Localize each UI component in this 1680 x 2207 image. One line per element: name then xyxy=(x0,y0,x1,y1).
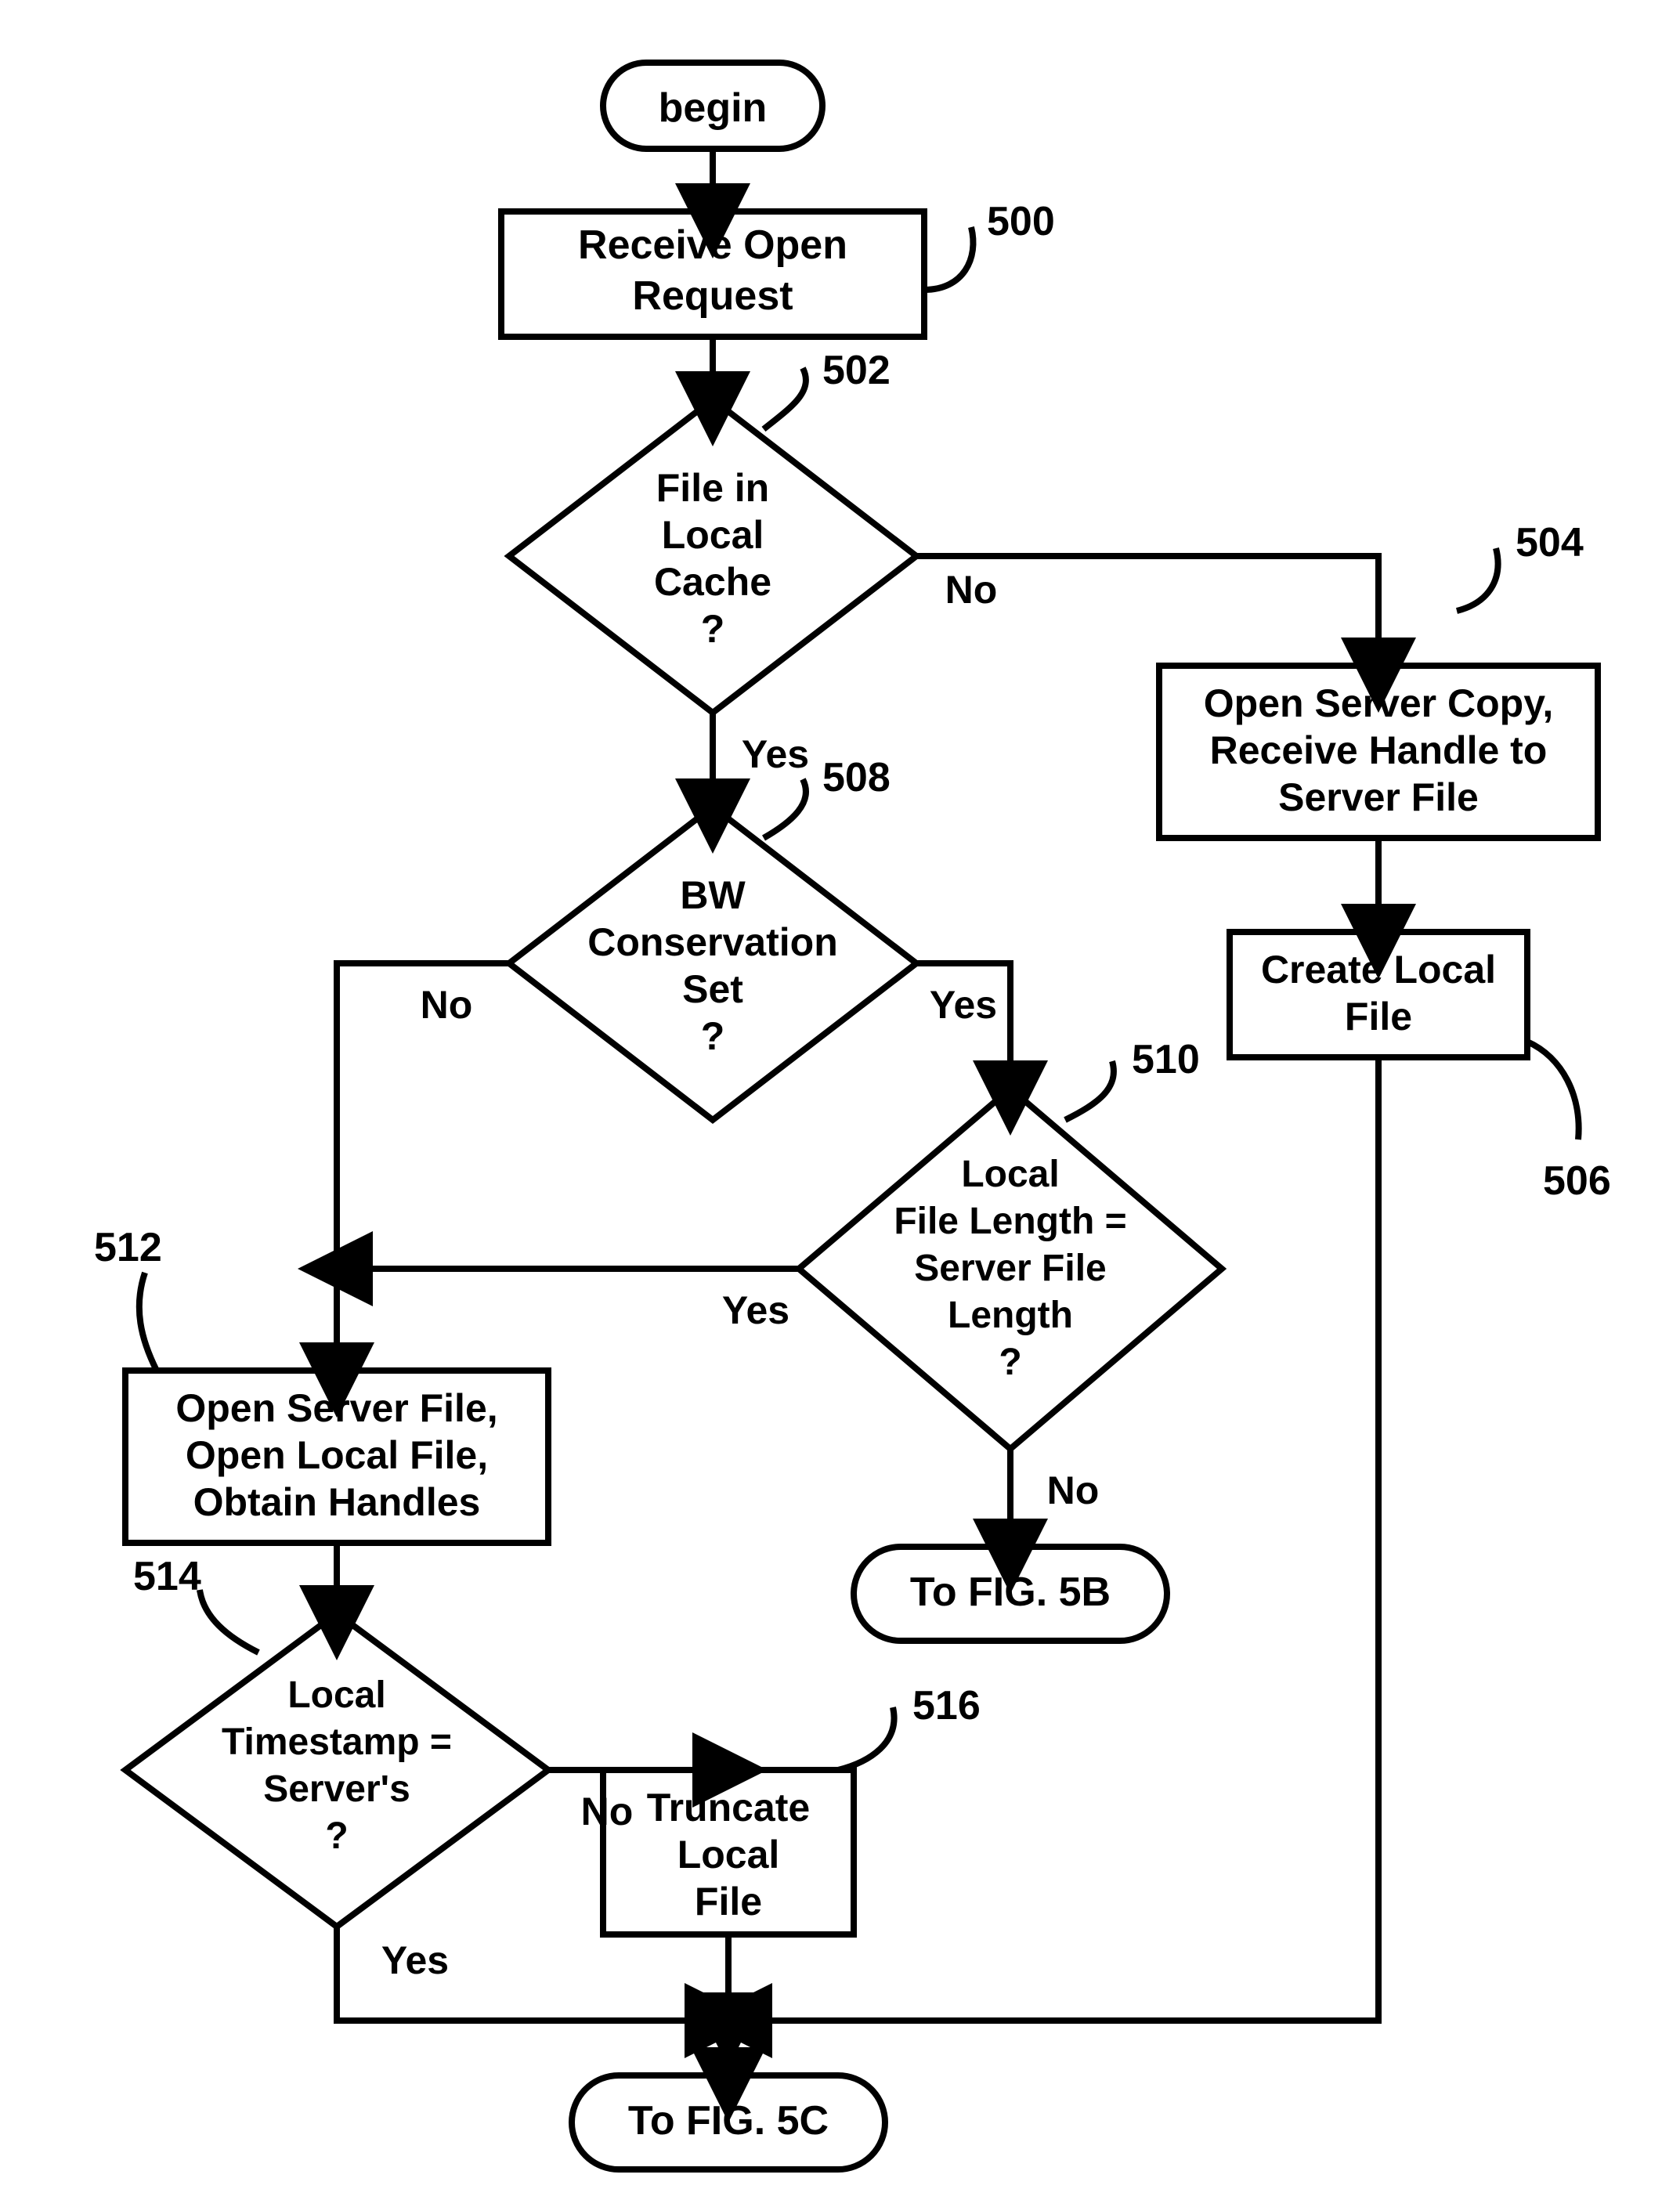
decision-514-l3: Server's xyxy=(263,1768,410,1810)
label-514-no: No xyxy=(581,1790,634,1833)
decision-508-l4: ? xyxy=(701,1014,725,1058)
process-512-l2: Open Local File, xyxy=(186,1433,488,1477)
decision-510-l1: Local xyxy=(961,1154,1059,1195)
decision-508-l1: BW xyxy=(680,873,746,917)
process-516-l3: File xyxy=(695,1880,762,1923)
decision-510-l4: Length xyxy=(948,1295,1073,1336)
terminator-begin-label: begin xyxy=(659,85,768,131)
ref-514: 514 xyxy=(133,1554,201,1599)
process-504-l1: Open Server Copy, xyxy=(1204,681,1553,725)
label-502-yes: Yes xyxy=(742,732,809,776)
process-506-l2: File xyxy=(1345,995,1412,1038)
process-504-l2: Receive Handle to xyxy=(1210,728,1548,772)
ref-506: 506 xyxy=(1543,1158,1611,1204)
decision-502-l1: File in xyxy=(656,466,769,510)
process-504-l3: Server File xyxy=(1278,775,1479,819)
label-508-no: No xyxy=(421,983,473,1027)
ref-512: 512 xyxy=(94,1225,162,1270)
process-516-l2: Local xyxy=(677,1833,780,1876)
ref-500: 500 xyxy=(987,199,1055,244)
process-512-l1: Open Server File, xyxy=(175,1386,497,1430)
decision-510-l3: Server File xyxy=(914,1248,1106,1289)
terminator-to-fig-5c-label: To FIG. 5C xyxy=(628,2098,829,2144)
decision-508-l2: Conservation xyxy=(587,920,838,964)
decision-502-l3: Cache xyxy=(654,560,771,604)
decision-502-l2: Local xyxy=(662,513,764,557)
ref-516: 516 xyxy=(912,1683,981,1728)
decision-510-l2: File Length = xyxy=(894,1201,1126,1242)
process-500-line2: Request xyxy=(632,273,793,319)
process-516-l1: Truncate xyxy=(647,1786,810,1830)
process-512-l3: Obtain Handles xyxy=(193,1480,481,1524)
process-506-l1: Create Local xyxy=(1261,948,1496,992)
ref-510: 510 xyxy=(1132,1037,1200,1082)
decision-502-l4: ? xyxy=(701,607,725,651)
label-508-yes: Yes xyxy=(930,983,997,1027)
label-510-no: No xyxy=(1047,1468,1100,1512)
label-510-yes: Yes xyxy=(722,1288,789,1332)
decision-514-l2: Timestamp = xyxy=(222,1721,452,1763)
decision-514-l4: ? xyxy=(325,1815,348,1857)
decision-514-l1: Local xyxy=(287,1674,385,1716)
process-500-line1: Receive Open xyxy=(578,222,847,268)
decision-508-l3: Set xyxy=(682,967,743,1011)
flowchart-diagram: begin Receive Open Request 500 File in L… xyxy=(0,0,1680,2207)
label-502-no: No xyxy=(945,568,998,612)
decision-510-l5: ? xyxy=(999,1342,1021,1383)
ref-504: 504 xyxy=(1516,520,1584,565)
ref-502: 502 xyxy=(822,348,891,393)
ref-508: 508 xyxy=(822,755,891,800)
label-514-yes: Yes xyxy=(381,1938,449,1982)
terminator-to-fig-5b-label: To FIG. 5B xyxy=(910,1569,1111,1615)
